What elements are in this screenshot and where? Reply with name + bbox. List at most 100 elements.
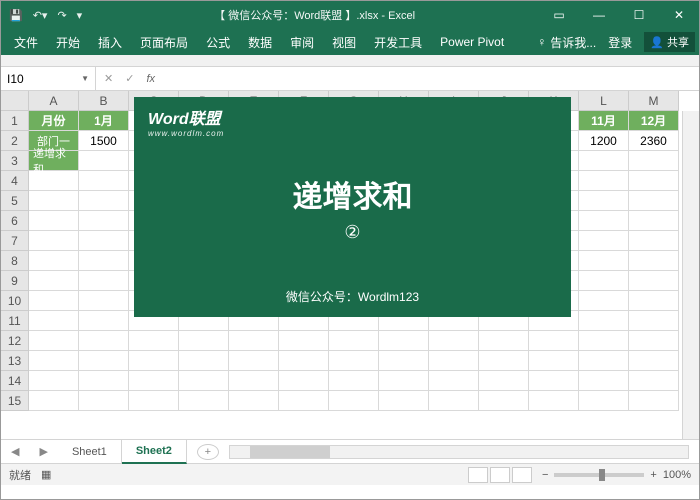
zoom-level[interactable]: 100% [663, 469, 691, 481]
cell[interactable] [229, 371, 279, 391]
sheet-tab[interactable]: Sheet1 [58, 440, 122, 464]
cell[interactable] [629, 311, 679, 331]
cell[interactable] [129, 391, 179, 411]
row-header[interactable]: 8 [1, 251, 29, 271]
cell[interactable] [479, 391, 529, 411]
tab-view[interactable]: 视图 [323, 29, 365, 55]
cell[interactable]: 1月 [79, 111, 129, 131]
cell[interactable] [79, 391, 129, 411]
cell[interactable] [29, 331, 79, 351]
row-header[interactable]: 15 [1, 391, 29, 411]
redo-icon[interactable]: ↷ [57, 9, 66, 22]
zoom-in-icon[interactable]: + [650, 469, 656, 481]
cell[interactable] [79, 291, 129, 311]
cell[interactable] [79, 371, 129, 391]
cell[interactable] [179, 351, 229, 371]
tab-review[interactable]: 审阅 [281, 29, 323, 55]
cell[interactable] [629, 391, 679, 411]
tab-insert[interactable]: 插入 [89, 29, 131, 55]
cell[interactable] [429, 371, 479, 391]
qat-more-icon[interactable]: ▾ [77, 9, 83, 22]
horizontal-scrollbar[interactable] [229, 445, 689, 459]
undo-icon[interactable]: ↶▾ [33, 9, 48, 22]
cell[interactable] [79, 151, 129, 171]
cell[interactable] [29, 291, 79, 311]
cell[interactable]: 12月 [629, 111, 679, 131]
cell[interactable] [579, 251, 629, 271]
cell[interactable] [479, 351, 529, 371]
row-header[interactable]: 3 [1, 151, 29, 171]
close-icon[interactable]: ✕ [659, 1, 699, 29]
row-header[interactable]: 2 [1, 131, 29, 151]
cell[interactable] [229, 391, 279, 411]
cell[interactable] [179, 391, 229, 411]
cell[interactable] [279, 371, 329, 391]
cell[interactable] [329, 331, 379, 351]
cell[interactable] [129, 331, 179, 351]
row-header[interactable]: 9 [1, 271, 29, 291]
chevron-down-icon[interactable]: ▼ [81, 74, 89, 83]
zoom-slider[interactable] [554, 473, 644, 477]
cell[interactable] [279, 351, 329, 371]
cell[interactable] [329, 371, 379, 391]
cell[interactable] [379, 331, 429, 351]
enter-icon[interactable]: ✓ [125, 72, 134, 85]
cell[interactable] [579, 171, 629, 191]
cell[interactable] [79, 331, 129, 351]
cell[interactable] [29, 171, 79, 191]
tab-layout[interactable]: 页面布局 [131, 29, 197, 55]
row-header[interactable]: 14 [1, 371, 29, 391]
cell[interactable] [79, 231, 129, 251]
view-pagebreak-icon[interactable] [512, 467, 532, 483]
tab-powerpivot[interactable]: Power Pivot [431, 29, 513, 55]
cell[interactable] [629, 291, 679, 311]
col-header[interactable]: B [79, 91, 129, 111]
cell[interactable] [529, 391, 579, 411]
tab-data[interactable]: 数据 [239, 29, 281, 55]
row-header[interactable]: 11 [1, 311, 29, 331]
cell[interactable] [579, 211, 629, 231]
cell[interactable] [579, 311, 629, 331]
cancel-icon[interactable]: ✕ [104, 72, 113, 85]
cell[interactable] [629, 211, 679, 231]
cell[interactable] [179, 331, 229, 351]
cell[interactable] [529, 371, 579, 391]
share-button[interactable]: 👤 共享 [644, 32, 695, 52]
minimize-icon[interactable]: ― [579, 1, 619, 29]
cell[interactable] [479, 371, 529, 391]
cell[interactable] [329, 351, 379, 371]
cell[interactable] [629, 231, 679, 251]
cell[interactable] [279, 391, 329, 411]
cell[interactable]: 1500 [79, 131, 129, 151]
cell[interactable] [629, 371, 679, 391]
add-sheet-icon[interactable]: + [197, 444, 219, 460]
save-icon[interactable]: 💾 [9, 9, 23, 22]
cell[interactable] [629, 351, 679, 371]
cell[interactable] [129, 371, 179, 391]
row-header[interactable]: 6 [1, 211, 29, 231]
cell[interactable] [229, 331, 279, 351]
cell[interactable] [429, 351, 479, 371]
row-header[interactable]: 5 [1, 191, 29, 211]
cell[interactable] [629, 191, 679, 211]
cell[interactable] [529, 331, 579, 351]
cell[interactable]: 11月 [579, 111, 629, 131]
cell[interactable] [629, 151, 679, 171]
tab-file[interactable]: 文件 [5, 29, 47, 55]
cell[interactable] [29, 391, 79, 411]
row-header[interactable]: 4 [1, 171, 29, 191]
tell-me[interactable]: 告诉我... [550, 34, 596, 51]
sheet-nav-prev-icon[interactable]: ◀ [1, 445, 29, 458]
cell[interactable]: 1200 [579, 131, 629, 151]
cell[interactable] [429, 391, 479, 411]
cell[interactable] [629, 171, 679, 191]
view-pagelayout-icon[interactable] [490, 467, 510, 483]
spreadsheet-grid[interactable]: ABCDEFGHIJKLM1月份1月11月12月2部门一150001200236… [1, 91, 699, 439]
cell[interactable] [629, 331, 679, 351]
row-header[interactable]: 7 [1, 231, 29, 251]
tab-home[interactable]: 开始 [47, 29, 89, 55]
col-header[interactable]: L [579, 91, 629, 111]
row-header[interactable]: 13 [1, 351, 29, 371]
sheet-tab[interactable]: Sheet2 [122, 440, 187, 464]
cell[interactable] [29, 191, 79, 211]
